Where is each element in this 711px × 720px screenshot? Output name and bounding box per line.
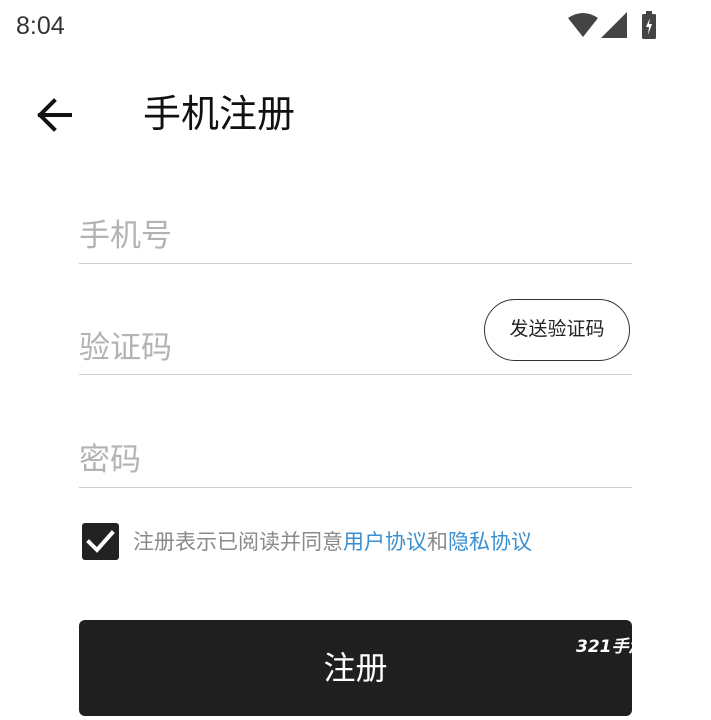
password-field xyxy=(79,427,632,488)
phone-input[interactable] xyxy=(79,215,632,257)
verification-code-field xyxy=(79,315,479,375)
verification-code-underline xyxy=(79,374,632,375)
agreement-text: 注册表示已阅读并同意用户协议和隐私协议 xyxy=(133,528,532,556)
agreement-checkbox[interactable] xyxy=(82,523,119,560)
back-button[interactable] xyxy=(30,90,80,140)
phone-field xyxy=(79,203,632,264)
watermark-text: 321手游 xyxy=(576,637,632,657)
user-agreement-link[interactable]: 用户协议 xyxy=(343,530,427,554)
status-bar: 8:04 xyxy=(0,0,711,52)
arrow-left-icon xyxy=(37,98,72,132)
password-input[interactable] xyxy=(79,439,632,481)
privacy-policy-link[interactable]: 隐私协议 xyxy=(448,530,532,554)
agreement-row: 注册表示已阅读并同意用户协议和隐私协议 xyxy=(82,523,642,563)
register-label: 注册 xyxy=(323,649,388,687)
wifi-icon xyxy=(568,13,598,37)
agreement-conjunction: 和 xyxy=(427,530,448,554)
checkmark-icon xyxy=(86,530,115,553)
battery-charging-icon xyxy=(642,11,656,39)
verification-code-input[interactable] xyxy=(79,327,479,369)
page-title: 手机注册 xyxy=(143,92,296,136)
register-button[interactable]: 注册 xyxy=(79,620,632,716)
signal-icon xyxy=(601,12,627,38)
send-code-button[interactable]: 发送验证码 xyxy=(484,299,630,361)
app-bar: 手机注册 xyxy=(0,80,711,150)
status-time: 8:04 xyxy=(16,12,65,40)
agreement-prefix: 注册表示已阅读并同意 xyxy=(133,530,343,554)
